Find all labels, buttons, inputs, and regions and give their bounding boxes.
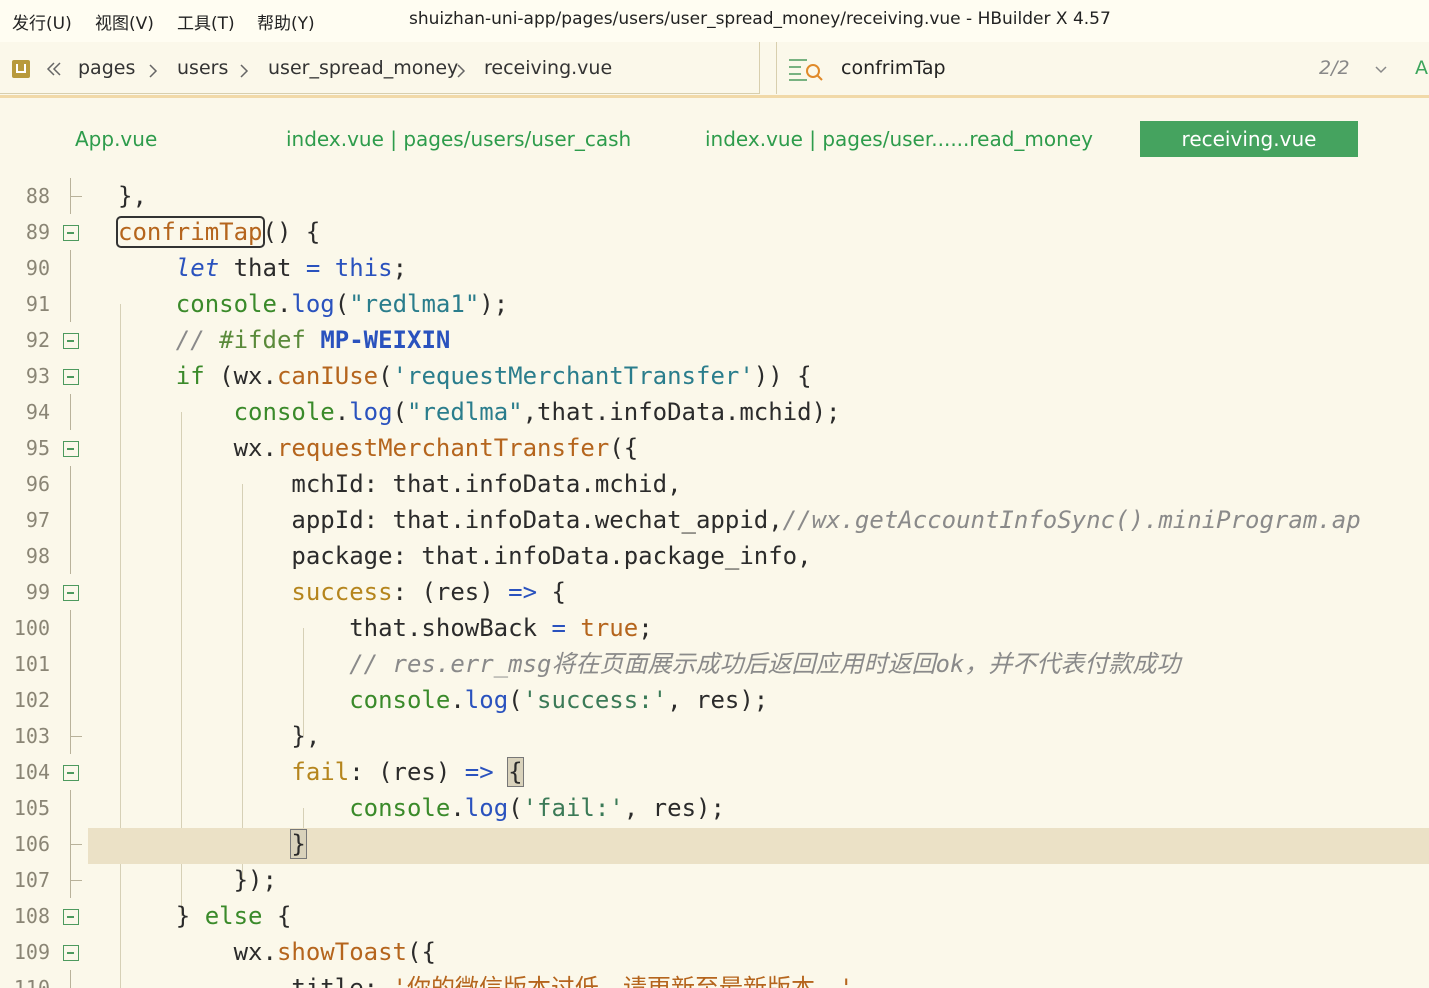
line-number: 93	[25, 364, 50, 388]
code-line: 91 console.log("redlma1");	[0, 286, 1429, 322]
fold-guide	[70, 880, 82, 881]
menu-publish[interactable]: 发行(U)	[12, 9, 72, 34]
line-number: 105	[13, 796, 50, 820]
fold-guide	[70, 502, 71, 538]
search-term[interactable]: confrimTap	[841, 57, 946, 79]
fold-guide	[70, 466, 71, 502]
fold-guide	[70, 736, 82, 737]
match-case-toggle[interactable]: Aa	[1415, 57, 1429, 79]
code-line: 95 wx.requestMerchantTransfer({	[0, 430, 1429, 466]
line-number: 106	[13, 832, 50, 856]
menu-tools[interactable]: 工具(T)	[177, 9, 235, 34]
line-number: 110	[13, 976, 50, 988]
line-number: 102	[13, 688, 50, 712]
code-editor[interactable]: 88 }, 89 confrimTap() { 90 let that = th…	[0, 178, 1429, 988]
collapse-left-icon[interactable]	[45, 60, 63, 82]
fold-guide	[70, 286, 71, 322]
breadcrumb-item-users[interactable]: users	[177, 57, 228, 79]
line-number: 107	[13, 868, 50, 892]
tab-app-vue[interactable]: App.vue	[75, 121, 157, 157]
line-number: 92	[25, 328, 50, 352]
outline-search-icon[interactable]	[787, 56, 825, 86]
code-line: 88 },	[0, 178, 1429, 214]
code-line: 94 console.log("redlma",that.infoData.mc…	[0, 394, 1429, 430]
fold-guide	[70, 538, 71, 574]
line-number: 99	[25, 580, 50, 604]
line-number: 103	[13, 724, 50, 748]
code-line: 90 let that = this;	[0, 250, 1429, 286]
code-line: 103 },	[0, 718, 1429, 754]
line-number: 95	[25, 436, 50, 460]
fold-guide	[70, 250, 71, 286]
code-line: 105 console.log('fail:', res);	[0, 790, 1429, 826]
fold-guide	[70, 610, 71, 646]
tab-user-cash[interactable]: index.vue | pages/users/user_cash	[286, 121, 631, 157]
code-line: 101 // res.err_msg将在页面展示成功后返回应用时返回ok，并不代…	[0, 646, 1429, 682]
line-number: 96	[25, 472, 50, 496]
chevron-right-icon	[457, 64, 466, 78]
outline-search: confrimTap 2/2 Aa	[776, 42, 1429, 94]
window-title: shuizhan-uni-app/pages/users/user_spread…	[409, 9, 1111, 29]
code-line: 102 console.log('success:', res);	[0, 682, 1429, 718]
line-number: 104	[13, 760, 50, 784]
chevron-down-icon[interactable]	[1373, 62, 1389, 82]
chevron-right-icon	[240, 64, 249, 78]
menu-bar: 发行(U) 视图(V) 工具(T) 帮助(Y) shuizhan-uni-app…	[0, 0, 1429, 42]
fold-toggle-icon[interactable]	[63, 945, 79, 961]
code-line: 93 if (wx.canIUse('requestMerchantTransf…	[0, 358, 1429, 394]
line-number: 88	[25, 184, 50, 208]
code-line: 99 success: (res) => {	[0, 574, 1429, 610]
fold-guide	[70, 844, 82, 845]
fold-toggle-icon[interactable]	[63, 369, 79, 385]
menu-help[interactable]: 帮助(Y)	[257, 9, 315, 34]
tab-read-money[interactable]: index.vue | pages/user......read_money	[705, 121, 1093, 157]
tab-receiving[interactable]: receiving.vue	[1140, 121, 1358, 157]
fold-toggle-icon[interactable]	[63, 765, 79, 781]
fold-toggle-icon[interactable]	[63, 333, 79, 349]
line-number: 98	[25, 544, 50, 568]
line-number: 94	[25, 400, 50, 424]
line-number: 101	[13, 652, 50, 676]
fold-toggle-icon[interactable]	[63, 585, 79, 601]
code-line: 107 });	[0, 862, 1429, 898]
fold-guide	[70, 682, 71, 718]
line-number: 108	[13, 904, 50, 928]
fold-guide	[70, 196, 82, 197]
fold-guide	[70, 394, 71, 430]
fold-guide	[70, 646, 71, 682]
line-number: 109	[13, 940, 50, 964]
code-line: 97 appId: that.infoData.wechat_appid,//w…	[0, 502, 1429, 538]
line-number: 90	[25, 256, 50, 280]
line-number: 97	[25, 508, 50, 532]
breadcrumb-item-user-spread-money[interactable]: user_spread_money	[268, 57, 458, 79]
code-line: 110 title: '你的微信版本过低，请更新至最新版本。'	[0, 970, 1429, 988]
code-line: 100 that.showBack = true;	[0, 610, 1429, 646]
chevron-right-icon	[149, 64, 158, 78]
code-line: 89 confrimTap() {	[0, 214, 1429, 250]
code-line: 106 }	[0, 826, 1429, 862]
search-match-count: 2/2	[1319, 57, 1350, 79]
code-line: 98 package: that.infoData.package_info,	[0, 538, 1429, 574]
fold-toggle-icon[interactable]	[63, 225, 79, 241]
line-number: 100	[13, 616, 50, 640]
code-line: 108 } else {	[0, 898, 1429, 934]
fold-guide	[70, 790, 71, 826]
breadcrumb-item-receiving[interactable]: receiving.vue	[484, 57, 612, 79]
fold-toggle-icon[interactable]	[63, 909, 79, 925]
line-number: 91	[25, 292, 50, 316]
breadcrumb-item-pages[interactable]: pages	[78, 57, 135, 79]
project-icon	[12, 60, 30, 78]
breadcrumb-bar: pages users user_spread_money receiving.…	[0, 42, 1429, 98]
menu-view[interactable]: 视图(V)	[95, 9, 154, 34]
line-number: 89	[25, 220, 50, 244]
fold-guide	[70, 970, 71, 988]
editor-tabs: App.vue index.vue | pages/users/user_cas…	[0, 98, 1429, 168]
fold-toggle-icon[interactable]	[63, 441, 79, 457]
code-line: 96 mchId: that.infoData.mchid,	[0, 466, 1429, 502]
code-line: 109 wx.showToast({	[0, 934, 1429, 970]
code-line: 104 fail: (res) => {	[0, 754, 1429, 790]
code-line: 92 // #ifdef MP-WEIXIN	[0, 322, 1429, 358]
breadcrumb: pages users user_spread_money receiving.…	[0, 42, 760, 94]
